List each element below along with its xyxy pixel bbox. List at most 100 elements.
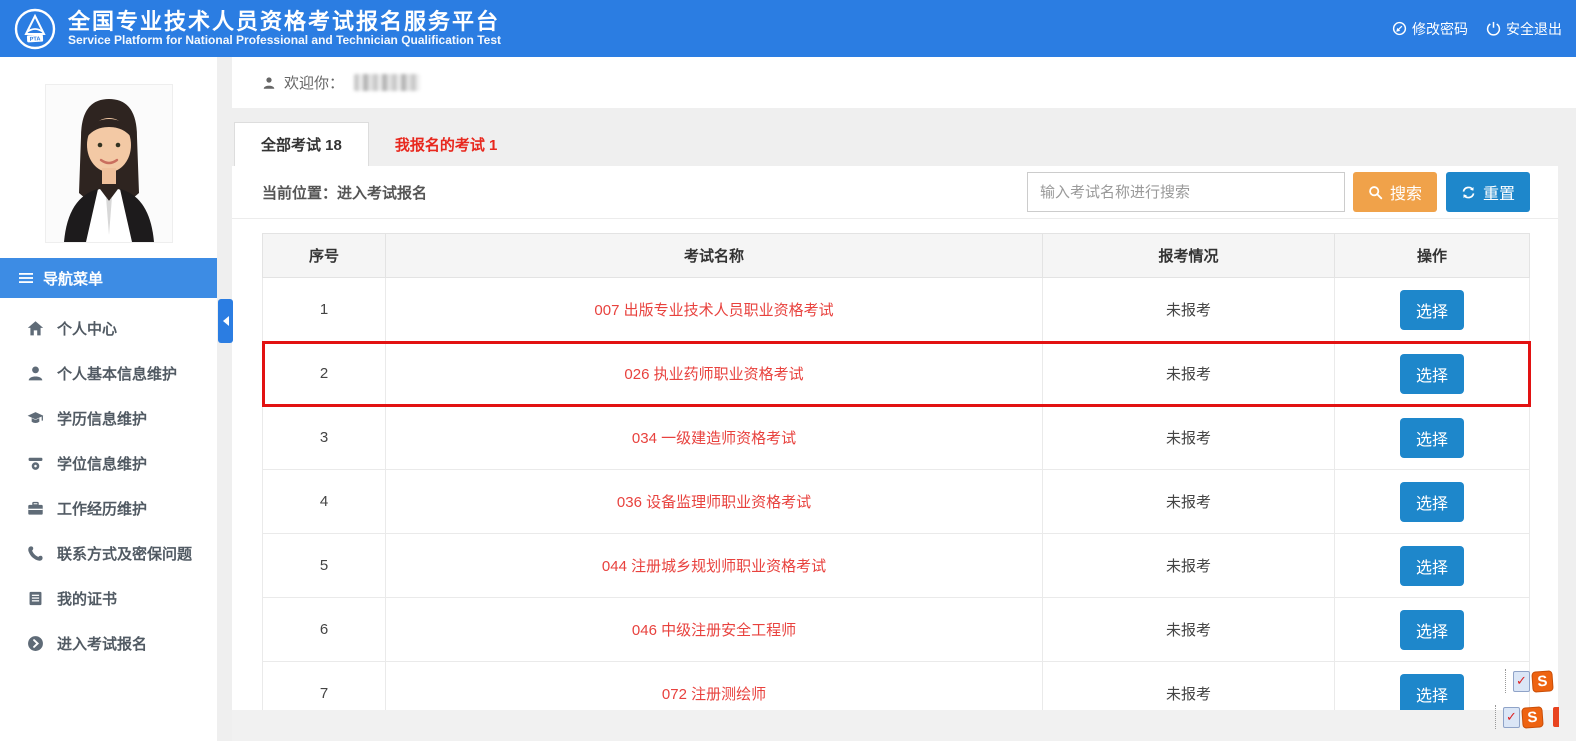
reset-button-label: 重置 [1483,180,1515,204]
svg-text:PTA: PTA [30,36,41,43]
selection-edge [1505,669,1509,693]
sidebar-item-label: 联系方式及密保问题 [57,543,192,564]
table-row: 1 007 出版专业技术人员职业资格考试 未报考 选择 [263,278,1530,342]
select-button[interactable]: 选择 [1400,418,1464,458]
sidebar-item-exam-registration[interactable]: 进入考试报名 [0,621,217,666]
row-status: 未报考 [1043,342,1335,406]
welcome-bar: 欢迎你： [232,57,1576,108]
exam-table-wrap: 序号 考试名称 报考情况 操作 1 007 出版专业技术人员职业资格考试 未报考… [262,233,1530,710]
sidebar-item-label: 学历信息维护 [57,408,147,429]
sidebar-item-education-info[interactable]: 学历信息维护 [0,396,217,441]
app-title: 全国专业技术人员资格考试报名服务平台 [68,9,501,34]
sidebar-item-personal-center[interactable]: 个人中心 [0,306,217,351]
row-status: 未报考 [1043,534,1335,598]
sidebar-item-label: 个人中心 [57,318,117,339]
power-icon [1486,21,1501,36]
search-button[interactable]: 搜索 [1353,172,1437,212]
sidebar-item-label: 学位信息维护 [57,453,147,474]
row-number: 3 [263,406,386,470]
col-header-exam-name: 考试名称 [386,234,1043,278]
app-subtitle: Service Platform for National Profession… [68,34,501,48]
select-button[interactable]: 选择 [1400,354,1464,394]
sidebar-item-label: 工作经历维护 [57,498,147,519]
row-number: 4 [263,470,386,534]
note-check-icon[interactable]: ✓ [1503,707,1520,728]
select-button[interactable]: 选择 [1400,610,1464,650]
floating-icons-row2: ✓ S [1495,705,1559,729]
select-button[interactable]: 选择 [1400,482,1464,522]
sidebar-item-work-experience[interactable]: 工作经历维护 [0,486,217,531]
table-row: 4 036 设备监理师职业资格考试 未报考 选择 [263,470,1530,534]
exam-name-link[interactable]: 026 执业药师职业资格考试 [624,366,803,383]
exam-name-link[interactable]: 036 设备监理师职业资格考试 [617,494,811,511]
toolbar: 当前位置：进入考试报名 搜索 [232,166,1558,219]
exam-name-link[interactable]: 072 注册测绘师 [662,686,766,703]
floating-icons-row1: ✓ S [1505,669,1553,693]
sidebar-item-label: 进入考试报名 [57,633,147,654]
reset-button[interactable]: 重置 [1446,172,1530,212]
nav-menu-header[interactable]: 导航菜单 [0,258,217,298]
logout-link[interactable]: 安全退出 [1486,19,1562,39]
row-status: 未报考 [1043,598,1335,662]
sidebar-item-contact-security[interactable]: 联系方式及密保问题 [0,531,217,576]
sidebar-item-my-certificates[interactable]: 我的证书 [0,576,217,621]
sidebar-menu: 个人中心 个人基本信息维护 学历信息维护 学位信息维护 工作经历维护 [0,306,217,666]
select-button[interactable]: 选择 [1400,546,1464,586]
col-header-operation: 操作 [1335,234,1530,278]
search-input[interactable] [1027,172,1345,212]
platform-logo-icon: PTA [14,8,56,50]
row-number: 6 [263,598,386,662]
search-icon [1368,185,1383,200]
exam-name-link[interactable]: 044 注册城乡规划师职业资格考试 [602,558,826,575]
tab-my-exams[interactable]: 我报名的考试 1 [369,122,524,166]
welcome-label: 欢迎你： [284,72,344,93]
sogou-s-icon[interactable]: S [1521,706,1543,728]
exam-name-link[interactable]: 046 中级注册安全工程师 [632,622,796,639]
nav-menu-title: 导航菜单 [43,268,103,289]
exam-name-link[interactable]: 034 一级建造师资格考试 [632,430,796,447]
sogou-s-icon[interactable]: S [1531,670,1553,692]
sidebar-item-label: 我的证书 [57,588,117,609]
row-number: 7 [263,662,386,711]
certificate-icon [27,590,44,607]
logout-label: 安全退出 [1506,19,1562,39]
hamburger-icon [18,270,34,286]
exam-name-link[interactable]: 007 出版专业技术人员职业资格考试 [594,302,833,319]
exam-tabs: 全部考试 18 我报名的考试 1 [234,122,523,166]
select-button[interactable]: 选择 [1400,674,1464,711]
enter-icon [27,635,44,652]
header-actions: 修改密码 安全退出 [1392,19,1562,39]
selection-edge [1495,705,1499,729]
row-number: 5 [263,534,386,598]
chevron-left-icon [223,316,229,326]
sidebar-collapse-button[interactable] [218,299,233,343]
welcome-name-redacted [354,74,420,91]
content-panel: 当前位置：进入考试报名 搜索 [232,166,1558,710]
degree-icon [27,455,44,472]
home-icon [27,320,44,337]
table-header-row: 序号 考试名称 报考情况 操作 [263,234,1530,278]
phone-icon [27,545,44,562]
graduation-cap-icon [27,410,44,427]
row-status: 未报考 [1043,662,1335,711]
footer-strip [232,710,1576,741]
breadcrumb: 当前位置：进入考试报名 [262,182,427,203]
row-number: 1 [263,278,386,342]
col-header-no: 序号 [263,234,386,278]
select-button[interactable]: 选择 [1400,290,1464,330]
table-row: 2 026 执业药师职业资格考试 未报考 选择 [263,342,1530,406]
edit-circle-icon [1392,21,1407,36]
change-password-link[interactable]: 修改密码 [1392,19,1468,39]
tab-all-exams[interactable]: 全部考试 18 [234,122,369,166]
sidebar-item-degree-info[interactable]: 学位信息维护 [0,441,217,486]
app-header: PTA 全国专业技术人员资格考试报名服务平台 Service Platform … [0,0,1576,57]
row-status: 未报考 [1043,470,1335,534]
partial-icon-artifact [1553,707,1559,727]
note-check-icon[interactable]: ✓ [1513,671,1530,692]
row-status: 未报考 [1043,406,1335,470]
sidebar-item-basic-info[interactable]: 个人基本信息维护 [0,351,217,396]
table-row: 6 046 中级注册安全工程师 未报考 选择 [263,598,1530,662]
user-id-photo [46,85,172,242]
user-icon [27,365,44,382]
change-password-label: 修改密码 [1412,19,1468,39]
